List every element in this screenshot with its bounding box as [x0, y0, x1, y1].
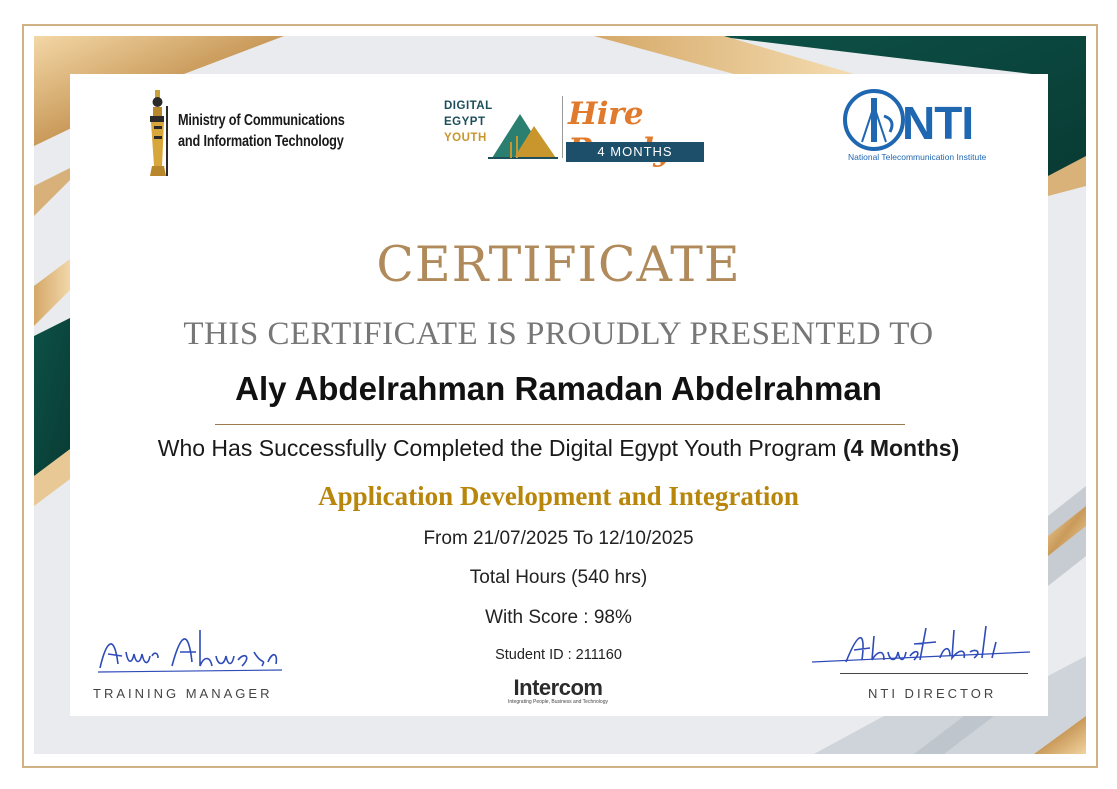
intercom-tagline: Integrating People, Business and Technol… [508, 699, 608, 705]
nti-letters: NTI [902, 97, 974, 149]
nti-logo: NTI National Telecommunication Institute [842, 88, 1002, 168]
intercom-logo: Intercom Integrating People, Business an… [458, 675, 658, 706]
four-months-badge: 4 MONTHS [566, 142, 704, 162]
track-name: Application Development and Integration [318, 481, 799, 511]
certificate-title: CERTIFICATE [376, 236, 741, 293]
total-hours: Total Hours (540 hrs) [469, 567, 648, 588]
nti-director-label: NTI DIRECTOR [868, 686, 997, 701]
recipient-name: Aly Abdelrahman Ramadan Abdelrahman [235, 370, 882, 407]
intercom-wordmark: Intercom [513, 675, 603, 700]
digital-egypt-youth-logo: DIGITAL EGYPT YOUTH Hire Ready 4 MONTHS [440, 92, 720, 168]
mcit-logo: Ministry of Communications and Informati… [140, 86, 345, 182]
satellite-tower-icon [843, 89, 905, 151]
completion-text: Who Has Successfully Completed the Digit… [157, 435, 837, 461]
training-manager-signature [97, 630, 283, 673]
program-duration: (4 Months) [842, 435, 960, 461]
logo-divider [562, 96, 563, 158]
program-dates: From 21/07/2025 To 12/10/2025 [423, 528, 694, 549]
nti-director-signature-line [840, 673, 1028, 674]
pyramids-icon [488, 114, 558, 159]
egyptian-goddess-icon [150, 90, 168, 176]
name-underline [215, 424, 905, 425]
nti-director-signature [811, 625, 1031, 663]
nti-full-name: National Telecommunication Institute [848, 152, 987, 162]
training-manager-label: TRAINING MANAGER [93, 686, 273, 701]
presented-to-text: THIS CERTIFICATE IS PROUDLY PRESENTED TO [183, 316, 934, 352]
completion-statement: Who Has Successfully Completed the Digit… [0, 435, 1117, 462]
mcit-label: Ministry of Communications and Informati… [178, 112, 345, 150]
